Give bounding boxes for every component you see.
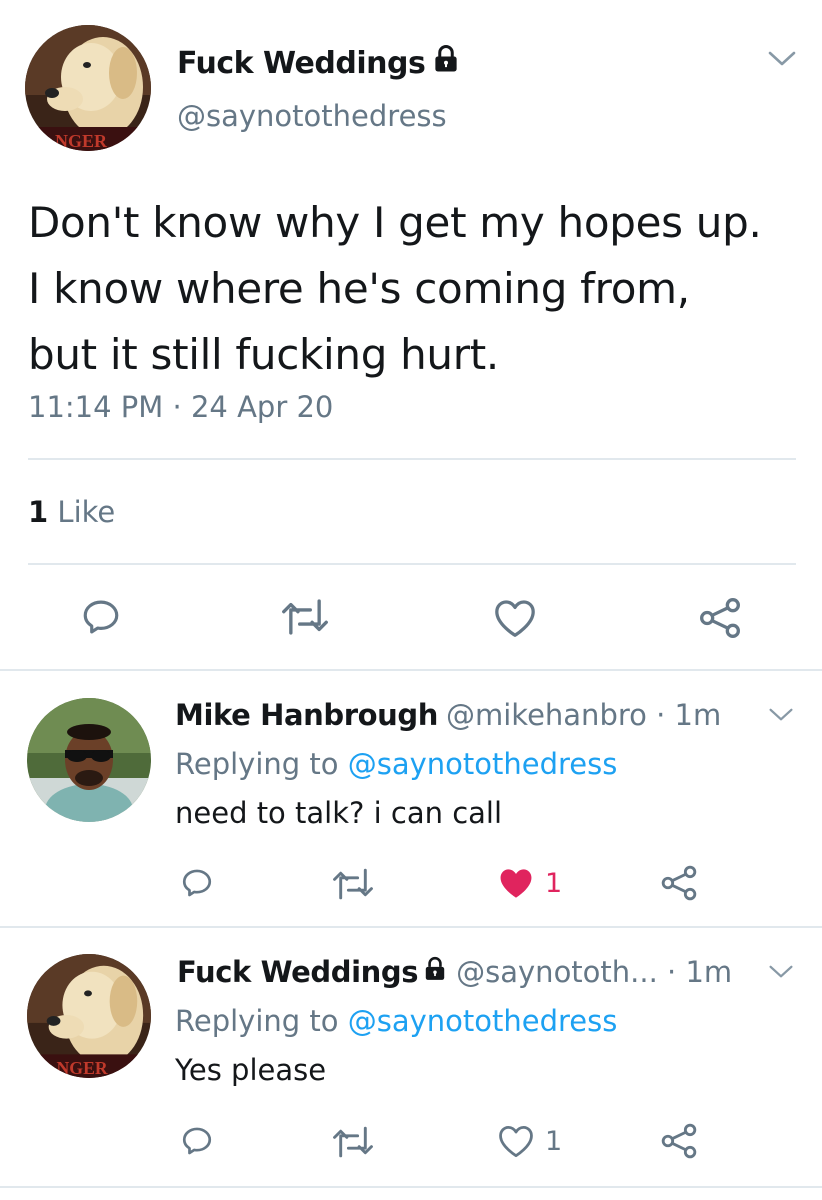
mention-link[interactable]: @saynotothedress	[348, 747, 618, 781]
mention-link[interactable]: @saynotothedress	[348, 1004, 618, 1038]
replying-to: Replying to @saynotothedress	[175, 747, 617, 781]
reply-button[interactable]	[180, 866, 214, 900]
replying-to-label: Replying to	[175, 1004, 339, 1038]
replying-to-label: Replying to	[175, 747, 339, 781]
dog-avatar-image: NGER	[25, 25, 151, 151]
share-icon	[661, 1123, 697, 1159]
reply-icon	[182, 869, 212, 897]
reply-text: Yes please	[175, 1053, 327, 1087]
reply-button[interactable]	[80, 596, 122, 638]
chevron-down-icon[interactable]	[767, 49, 797, 73]
avatar[interactable]: NGER	[25, 25, 151, 151]
heart-icon	[499, 1126, 533, 1158]
lock-icon	[431, 44, 461, 82]
reply-text: need to talk? i can call	[175, 796, 503, 830]
man-avatar-image	[27, 698, 151, 822]
retweet-icon	[333, 1126, 373, 1158]
reply-icon	[182, 1127, 212, 1155]
likes-count[interactable]: 1 Like	[28, 495, 115, 529]
retweet-button[interactable]	[282, 597, 328, 637]
share-icon	[700, 598, 740, 638]
retweet-button[interactable]	[333, 867, 373, 901]
user-handle[interactable]: @saynotothedress	[177, 99, 447, 133]
reply-header: Fuck Weddings @saynototh... · 1m	[177, 955, 732, 989]
like-button[interactable]: 1	[497, 1124, 562, 1158]
divider	[28, 563, 796, 565]
replying-to: Replying to @saynotothedress	[175, 1004, 617, 1038]
avatar-caption: NGER	[55, 131, 108, 151]
like-button[interactable]	[493, 598, 537, 638]
divider	[0, 926, 822, 928]
chevron-down-icon[interactable]	[768, 706, 794, 728]
chevron-down-icon[interactable]	[768, 963, 794, 985]
like-button[interactable]: 1	[497, 866, 562, 900]
share-icon	[661, 865, 697, 901]
tweet-text-line: I know where he's coming from,	[28, 264, 690, 313]
divider	[0, 669, 822, 671]
heart-icon	[500, 869, 532, 898]
reply-icon	[83, 600, 119, 634]
retweet-icon	[333, 868, 373, 900]
reply-button[interactable]	[180, 1124, 214, 1158]
tweet-timestamp[interactable]: 11:14 PM · 24 Apr 20	[28, 390, 333, 424]
retweet-button[interactable]	[333, 1125, 373, 1159]
tweet-text-line: Don't know why I get my hopes up.	[28, 198, 762, 247]
likes-label: Like	[57, 495, 116, 529]
heart-icon	[495, 600, 535, 637]
share-button[interactable]	[697, 596, 743, 640]
tweet-text: Don't know why I get my hopes up. I know…	[28, 190, 808, 388]
share-button[interactable]	[660, 1122, 698, 1160]
display-name[interactable]: Fuck Weddings	[177, 44, 461, 82]
user-handle[interactable]: @saynototh... · 1m	[456, 955, 732, 989]
dog-avatar-image: NGER	[27, 954, 151, 1078]
reply-header: Mike Hanbrough @mikehanbro · 1m	[175, 698, 721, 732]
avatar-caption: NGER	[57, 1058, 108, 1078]
retweet-icon	[282, 599, 328, 635]
display-name[interactable]: Fuck Weddings	[177, 955, 419, 989]
divider	[28, 458, 796, 460]
avatar[interactable]: NGER	[27, 954, 151, 1078]
like-count: 1	[545, 1125, 563, 1157]
display-name-text[interactable]: Fuck Weddings	[177, 46, 426, 81]
avatar[interactable]	[27, 698, 151, 822]
user-handle[interactable]: @mikehanbro · 1m	[446, 698, 721, 732]
display-name[interactable]: Mike Hanbrough	[175, 698, 438, 732]
share-button[interactable]	[660, 864, 698, 902]
likes-number: 1	[28, 495, 49, 529]
like-count: 1	[545, 867, 563, 899]
lock-icon	[422, 955, 448, 989]
tweet-text-line: but it still fucking hurt.	[28, 330, 499, 379]
divider	[0, 1186, 822, 1188]
